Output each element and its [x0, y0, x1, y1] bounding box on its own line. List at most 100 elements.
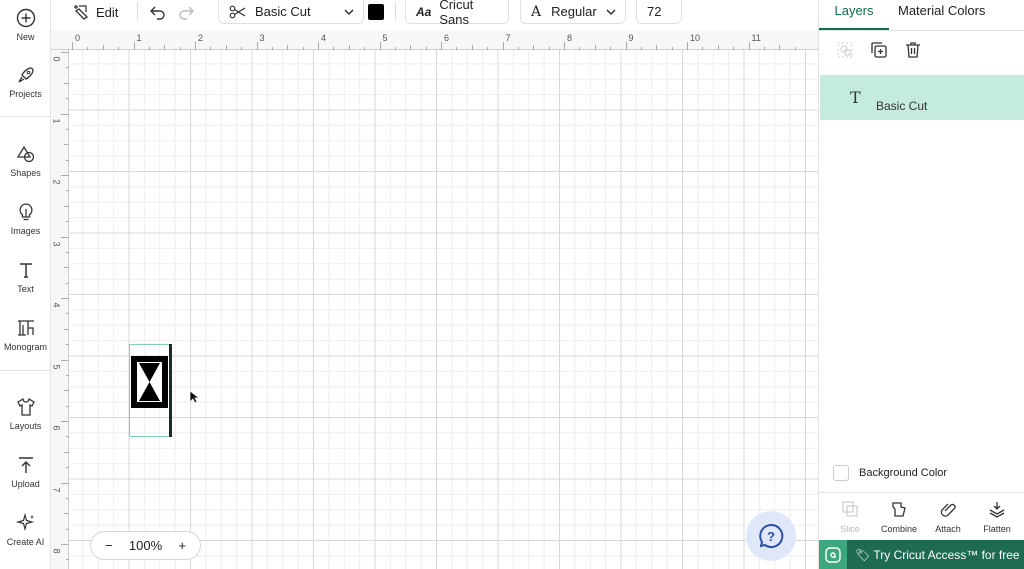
- cricut-access-promo[interactable]: 🏷 Try Cricut Access™ for free: [819, 540, 1024, 569]
- help-label: ?: [767, 529, 775, 544]
- action-label: Combine: [880, 524, 918, 534]
- sidebar-divider: [0, 116, 51, 117]
- lightbulb-icon: [18, 203, 33, 221]
- ruler-top-label: 2: [198, 33, 204, 43]
- ruler-tick: [66, 251, 69, 253]
- monogram-icon: [17, 320, 34, 336]
- ruler-left: 0 1 2 3 4 5 6 7 8: [51, 50, 69, 569]
- edit-label: Edit: [96, 4, 119, 20]
- sidebar-item-text[interactable]: Text: [0, 255, 51, 305]
- ruler-top: 0 1 2 3 4 5 6 7 8 9 10 11: [51, 30, 818, 50]
- ruler-tick: [64, 451, 69, 453]
- ruler-tick: [594, 45, 596, 50]
- canvas-grid[interactable]: [69, 50, 818, 569]
- background-color-checkbox[interactable]: [833, 465, 849, 481]
- sidebar-item-label: Text: [17, 284, 34, 294]
- undo-button[interactable]: [149, 0, 167, 24]
- sidebar-item-label: Projects: [9, 89, 42, 99]
- ruler-tick: [66, 374, 69, 376]
- duplicate-icon[interactable]: [869, 40, 889, 60]
- font-size-input[interactable]: 72: [636, 0, 682, 24]
- ruler-tick: [441, 42, 442, 50]
- ruler-left-label: 7: [51, 486, 62, 493]
- ruler-tick: [271, 47, 273, 50]
- font-select[interactable]: Aa Cricut Sans: [405, 0, 509, 27]
- design-canvas[interactable]: 0 1 2 3 4 5 6 7 8 9 10 11 0 1 2 3 4 5 6 7 8 − 100% + ?: [51, 30, 818, 569]
- toolbar-divider: [137, 2, 138, 20]
- layer-row[interactable]: T Basic Cut: [820, 75, 1024, 120]
- color-swatch-button[interactable]: [368, 0, 384, 24]
- toolbar-divider: [395, 2, 396, 20]
- text-layer-icon: T: [850, 88, 861, 107]
- ruler-tick: [61, 359, 69, 361]
- redo-icon: [179, 6, 194, 20]
- sidebar-item-create-ai[interactable]: Create AI: [0, 508, 51, 558]
- ruler-tick: [61, 113, 69, 115]
- ruler-top-label: 9: [628, 33, 634, 43]
- ruler-tick: [64, 82, 69, 84]
- combine-icon: [892, 502, 906, 517]
- edit-button[interactable]: Edit: [73, 0, 118, 24]
- operation-value: Basic Cut: [255, 4, 311, 19]
- sidebar-divider: [0, 370, 51, 371]
- sidebar-item-monogram[interactable]: Monogram: [0, 313, 51, 363]
- ruler-top-label: 0: [75, 33, 81, 43]
- sidebar-item-shapes[interactable]: Shapes: [0, 139, 51, 189]
- flatten-button[interactable]: Flatten: [975, 500, 1019, 534]
- ruler-tick: [533, 45, 535, 50]
- operation-select[interactable]: Basic Cut: [218, 0, 364, 24]
- tab-material-colors[interactable]: Material Colors: [898, 0, 985, 30]
- ruler-left-label: 5: [51, 363, 62, 370]
- sidebar-item-label: Upload: [11, 479, 40, 489]
- ruler-tick: [66, 159, 69, 161]
- scissors-icon: [229, 5, 246, 18]
- tab-label: Material Colors: [898, 3, 986, 18]
- top-toolbar: Edit Basic Cut Aa Cricut Sans A Regular …: [51, 0, 818, 30]
- help-button[interactable]: ?: [746, 511, 796, 561]
- ruler-tick: [61, 421, 69, 422]
- ruler-tick: [61, 52, 69, 53]
- sidebar-item-images[interactable]: Images: [0, 197, 51, 247]
- ruler-left-label: 0: [51, 56, 62, 62]
- color-swatch: [368, 4, 384, 20]
- ruler-tick: [579, 47, 581, 50]
- sidebar-item-projects[interactable]: Projects: [0, 60, 51, 110]
- ruler-tick: [656, 45, 658, 50]
- delete-icon[interactable]: [903, 40, 923, 60]
- ruler-top-label: 11: [751, 33, 761, 43]
- attach-button[interactable]: Attach: [926, 500, 970, 534]
- tab-label: Layers: [834, 3, 874, 18]
- selection-handle[interactable]: [169, 344, 172, 437]
- font-style-select[interactable]: A Regular: [520, 0, 626, 24]
- slice-button[interactable]: Slice: [828, 500, 872, 534]
- redo-button[interactable]: [177, 0, 195, 24]
- ruler-tick: [66, 190, 69, 192]
- zoom-out-button[interactable]: −: [105, 538, 113, 553]
- ruler-tick: [610, 47, 612, 50]
- combine-button[interactable]: Combine: [877, 500, 921, 534]
- ruler-tick: [64, 144, 69, 146]
- group-icon[interactable]: [835, 40, 855, 60]
- ruler-top-label: 5: [382, 33, 388, 43]
- layers-panel: Layers Material Colors T Basic Cut Backg…: [818, 0, 1024, 569]
- zoom-control: − 100% +: [90, 531, 201, 560]
- ruler-tick: [61, 298, 69, 299]
- ruler-top-label: 3: [259, 33, 265, 43]
- background-color-toggle[interactable]: Background Color: [833, 465, 947, 481]
- flatten-icon: [989, 502, 1005, 518]
- background-color-label: Background Color: [859, 467, 948, 479]
- panel-divider: [819, 30, 1024, 31]
- ruler-tick: [425, 47, 427, 50]
- sidebar-item-layouts[interactable]: Layouts: [0, 392, 51, 442]
- zoom-in-button[interactable]: +: [178, 538, 186, 553]
- ruler-tick: [66, 344, 69, 346]
- sidebar-item-new[interactable]: New: [0, 3, 51, 53]
- sidebar-item-upload[interactable]: Upload: [0, 450, 51, 500]
- ruler-tick: [379, 42, 381, 50]
- sidebar-item-label: Monogram: [3, 342, 48, 352]
- action-label: Flatten: [983, 524, 1011, 534]
- ruler-tick: [66, 467, 69, 469]
- missing-glyph-text[interactable]: [131, 356, 168, 408]
- ruler-tick: [487, 47, 489, 50]
- tab-layers[interactable]: Layers: [819, 0, 889, 30]
